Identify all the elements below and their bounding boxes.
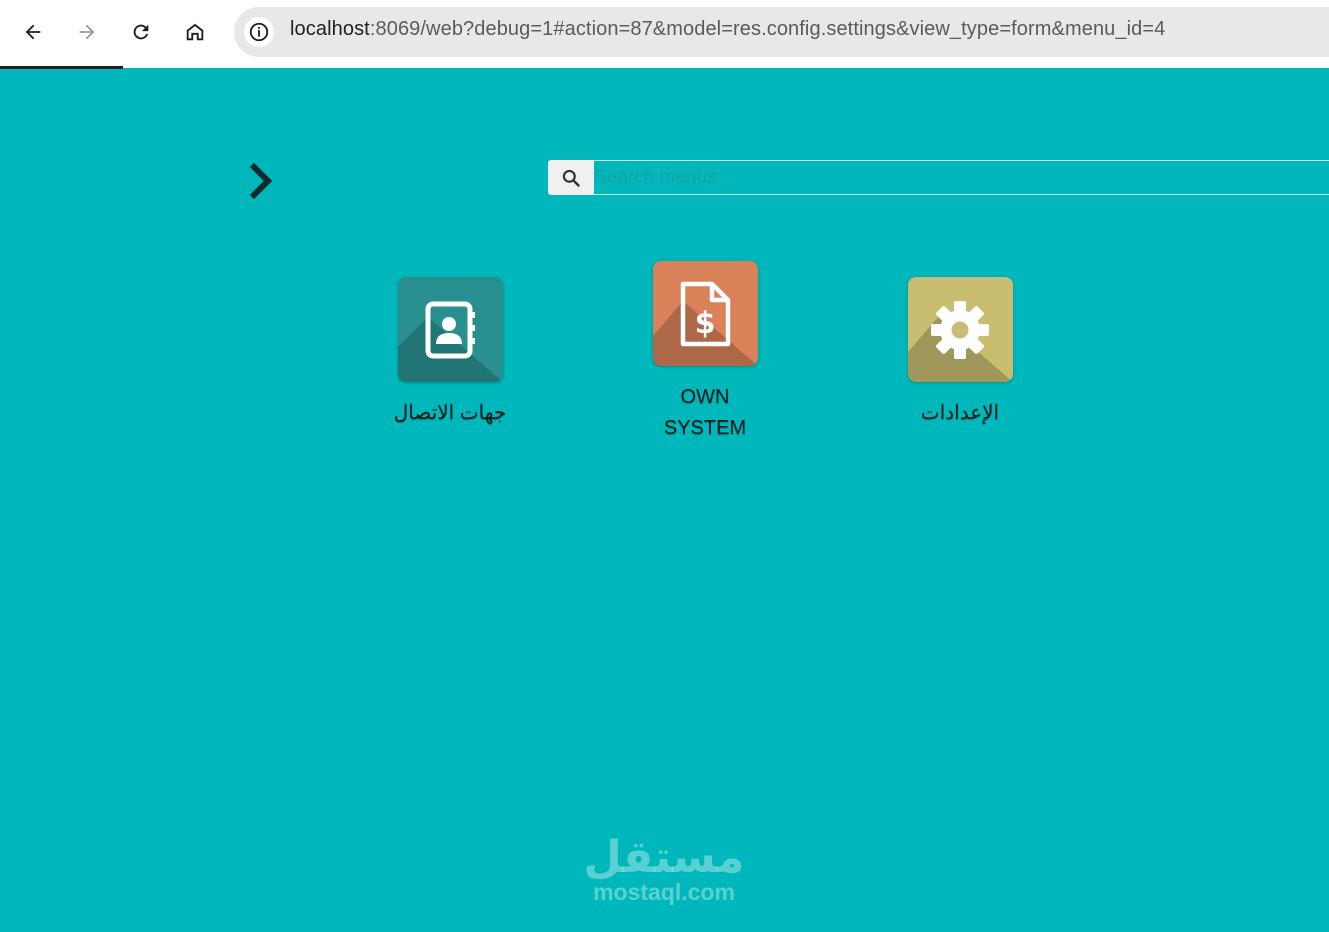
search-bar [548,160,1329,195]
home-icon [186,23,204,41]
forward-button[interactable] [69,14,105,50]
watermark: مستقل mostaql.com [583,832,745,904]
search-icon [562,169,580,187]
contacts-icon [425,301,475,358]
app-icon-own-system: $ [652,261,758,366]
browser-toolbar: localhost:8069/web?debug=1#action=87&mod… [0,0,1329,69]
app-label-own-system-line1: OWN [680,386,730,408]
app-icon-contacts [397,277,503,382]
app-label-contacts: جهات الاتصال [393,402,507,424]
app-settings[interactable]: الإعدادات [880,277,1040,429]
reload-button[interactable] [123,14,159,50]
app-own-system[interactable]: $ OWN SYSTEM [625,261,785,444]
search-input[interactable] [594,160,1329,195]
url-host: localhost [290,18,370,40]
url-path: :8069/web?debug=1#action=87&model=res.co… [369,18,1166,40]
info-icon [249,22,269,42]
home-button[interactable] [177,14,213,50]
app-label-own-system-line2: SYSTEM [663,417,747,439]
forward-icon [79,24,95,40]
site-info-button[interactable] [244,17,274,47]
reload-icon [133,24,149,40]
chevron-right-icon[interactable] [248,162,276,200]
app-label-own-system: OWN SYSTEM [625,382,785,444]
watermark-arabic: مستقل [583,832,745,883]
gear-icon [931,300,989,359]
app-label-settings: الإعدادات [920,402,1000,424]
loading-bar [0,66,123,69]
svg-text:$: $ [695,306,716,341]
back-button[interactable] [15,14,51,50]
app-icon-settings [907,277,1013,382]
invoice-icon: $ [680,281,731,346]
watermark-latin: mostaql.com [593,879,735,905]
back-icon [25,24,41,40]
url-text[interactable]: localhost:8069/web?debug=1#action=87&mod… [290,18,1165,41]
search-button[interactable] [548,160,594,195]
app-contacts[interactable]: جهات الاتصال [370,277,530,429]
